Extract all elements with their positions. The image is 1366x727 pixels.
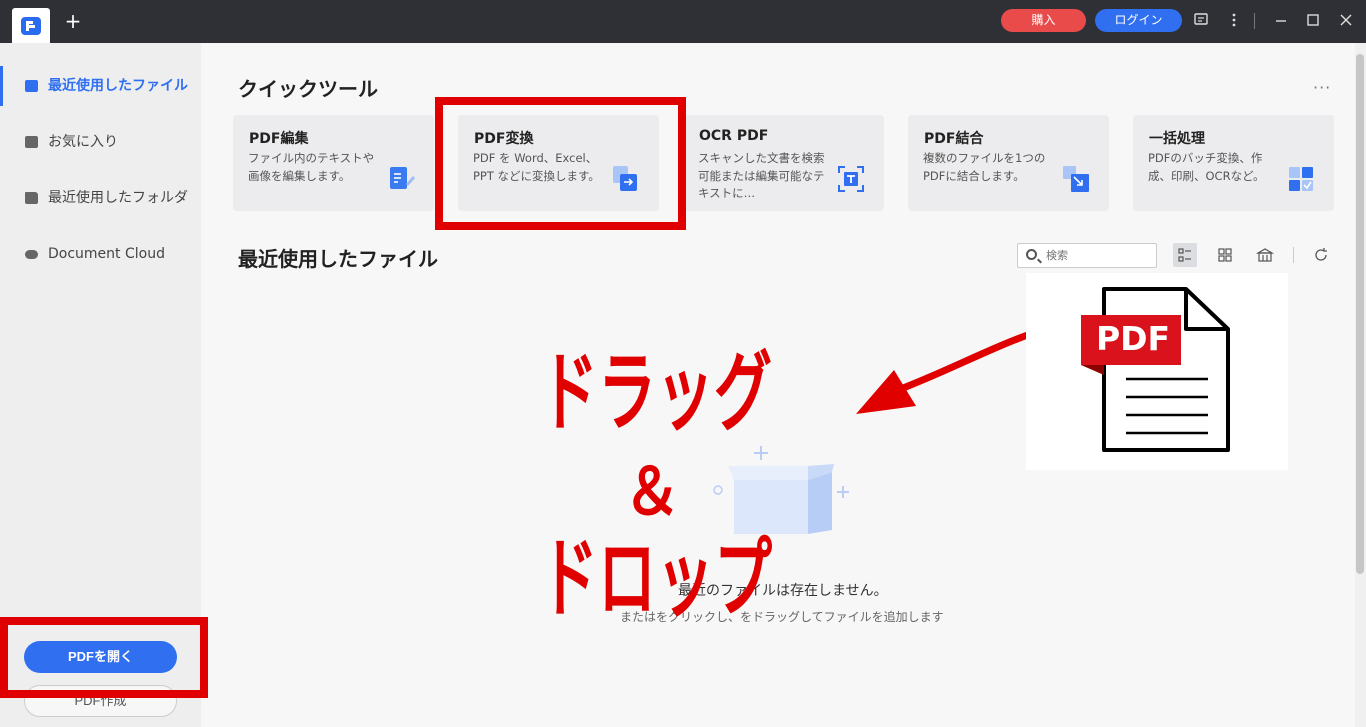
sidebar-item-recent-files[interactable]: 最近使用したファイル	[0, 66, 201, 106]
more-options-icon[interactable]: ···	[1313, 78, 1331, 97]
storage-button[interactable]	[1253, 243, 1277, 267]
tool-card-description: スキャンした文書を検索可能または編集可能なテキストに…	[698, 151, 825, 200]
ocr-icon	[838, 166, 864, 192]
recent-files-heading: 最近使用したファイル	[238, 247, 438, 271]
star-icon	[25, 136, 38, 148]
batch-icon	[1289, 167, 1313, 191]
tool-card-title: 一括処理	[1149, 131, 1205, 147]
app-tab[interactable]	[12, 8, 50, 43]
sidebar-item-label: 最近使用したファイル	[48, 78, 188, 94]
toolbar-divider	[1293, 247, 1294, 263]
red-arrow	[856, 328, 1038, 414]
cloud-icon	[25, 250, 38, 259]
list-view-icon	[1178, 248, 1191, 262]
building-icon	[1255, 248, 1275, 262]
highlight-open-box	[0, 617, 208, 698]
search-icon	[1026, 249, 1037, 260]
tool-card-title: PDF編集	[249, 131, 309, 147]
tool-card-description: ファイル内のテキストや画像を編集します。	[248, 151, 375, 183]
buy-button[interactable]: 購入	[1001, 9, 1086, 32]
sidebar-item-label: Document Cloud	[48, 246, 165, 262]
drop-text: ドロップ	[540, 527, 773, 630]
sidebar-item-label: お気に入り	[48, 134, 118, 150]
tool-card-batch[interactable]: 一括処理 PDFのバッチ変換、作成、印刷、OCRなど。	[1133, 115, 1334, 211]
message-icon[interactable]	[1192, 12, 1210, 30]
sidebar-item-favorites[interactable]: お気に入り	[0, 122, 201, 162]
login-button[interactable]: ログイン	[1095, 9, 1182, 32]
tool-card-edit-pdf[interactable]: PDF編集 ファイル内のテキストや画像を編集します。	[233, 115, 434, 211]
refresh-icon	[1315, 248, 1327, 261]
grid-view-icon	[1218, 248, 1232, 262]
tool-card-merge-pdf[interactable]: PDF結合 複数のファイルを1つのPDFに結合します。	[908, 115, 1109, 211]
title-bar: + 購入 ログイン	[0, 0, 1366, 43]
app-logo-icon	[21, 17, 41, 35]
pdf-file-icon	[1081, 287, 1230, 452]
sidebar-item-document-cloud[interactable]: Document Cloud	[0, 234, 201, 274]
search-box[interactable]	[1017, 243, 1157, 268]
tool-card-title: OCR PDF	[699, 128, 769, 144]
titlebar-divider	[1254, 13, 1255, 29]
sidebar-item-recent-folders[interactable]: 最近使用したフォルダ	[0, 178, 201, 218]
highlight-convert-box	[435, 97, 686, 230]
tool-card-title: PDF結合	[924, 131, 984, 147]
pdf-file-illustration: PDF	[1026, 273, 1288, 470]
quick-tools-heading: クイックツール	[238, 77, 378, 101]
new-tab-button[interactable]: +	[63, 11, 83, 31]
close-icon[interactable]	[1337, 12, 1355, 30]
more-vertical-icon[interactable]	[1225, 12, 1243, 30]
maximize-icon[interactable]	[1304, 12, 1322, 30]
tool-card-description: PDFのバッチ変換、作成、印刷、OCRなど。	[1148, 151, 1265, 183]
search-input[interactable]	[1046, 247, 1151, 264]
grid-view-button[interactable]	[1213, 243, 1237, 267]
tool-card-ocr-pdf[interactable]: OCR PDF スキャンした文書を検索可能または編集可能なテキストに…	[683, 115, 884, 211]
merge-pdf-icon	[1063, 166, 1089, 192]
list-view-button[interactable]	[1173, 243, 1197, 267]
scrollbar-thumb[interactable]	[1356, 54, 1364, 574]
drag-text: ドラッグ	[540, 341, 773, 444]
minimize-icon[interactable]	[1272, 12, 1290, 30]
edit-pdf-icon	[390, 167, 415, 189]
pdf-label: PDF	[1095, 319, 1171, 358]
tool-card-description: 複数のファイルを1つのPDFに結合します。	[923, 151, 1046, 183]
folder-icon	[25, 192, 38, 204]
sidebar-item-label: 最近使用したフォルダ	[48, 190, 188, 206]
recent-file-icon	[25, 80, 38, 92]
refresh-button[interactable]	[1309, 243, 1333, 267]
